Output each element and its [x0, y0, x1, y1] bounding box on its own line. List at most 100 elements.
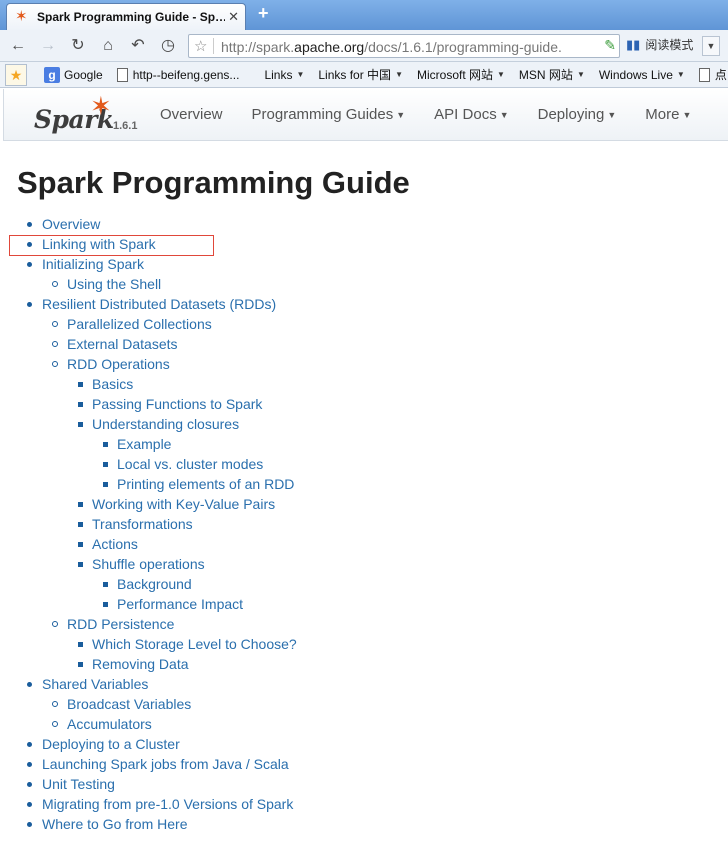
menu-programming-guides[interactable]: Programming Guides ▼	[252, 106, 406, 123]
menu-overview[interactable]: Overview	[160, 106, 223, 123]
toc-item: Launching Spark jobs from Java / Scala	[0, 754, 720, 774]
toc-item: Printing elements of an RDD	[0, 474, 720, 494]
toc-link[interactable]: Migrating from pre-1.0 Versions of Spark	[42, 794, 293, 814]
browser-tab[interactable]: ✶ Spark Programming Guide - Sp… ✕	[6, 3, 246, 30]
extension-icon[interactable]: ✎	[604, 37, 616, 54]
site-navbar: Spark ✶ 1.6.1 Overview Programming Guide…	[3, 89, 728, 141]
toc-link[interactable]: Broadcast Variables	[67, 694, 191, 714]
toc-link[interactable]: Launching Spark jobs from Java / Scala	[42, 754, 289, 774]
bullet-icon	[78, 662, 83, 667]
chevron-down-icon[interactable]: ▼	[702, 36, 720, 56]
toc-link[interactable]: Overview	[42, 214, 100, 234]
menu-api-docs[interactable]: API Docs ▼	[434, 106, 508, 123]
bookmark-google[interactable]: g Google	[44, 66, 103, 83]
bullet-icon	[78, 562, 83, 567]
bullet-icon	[78, 522, 83, 527]
toc-item: Parallelized Collections	[0, 314, 720, 334]
bookmark-label: Windows Live	[598, 67, 673, 82]
toc-item: Shared Variables	[0, 674, 720, 694]
bookmark-microsoft[interactable]: Microsoft 网站 ▼	[417, 66, 505, 83]
toc-item: Working with Key-Value Pairs	[0, 494, 720, 514]
bookmark-links-china[interactable]: Links for 中国 ▼	[318, 66, 403, 83]
toc-item: Removing Data	[0, 654, 720, 674]
bookmark-links[interactable]: Links ▼	[264, 68, 304, 82]
toc-link[interactable]: Using the Shell	[67, 274, 161, 294]
toc-link[interactable]: RDD Operations	[67, 354, 170, 374]
toc-link[interactable]: Accumulators	[67, 714, 152, 734]
bullet-icon	[78, 422, 83, 427]
toc-link[interactable]: Removing Data	[92, 654, 189, 674]
bookmark-windows-live[interactable]: Windows Live ▼	[599, 68, 685, 82]
url-text[interactable]: http://spark.apache.org/docs/1.6.1/progr…	[221, 39, 597, 55]
url-prefix: http://spark.	[221, 39, 295, 55]
toc-link[interactable]: Initializing Spark	[42, 254, 144, 274]
bookmark-label: 点	[714, 68, 727, 82]
bookmark-label: http--beifeng.gens...	[132, 67, 240, 82]
close-tab-icon[interactable]: ✕	[228, 9, 239, 25]
toc-link[interactable]: External Datasets	[67, 334, 178, 354]
bullet-icon	[27, 222, 32, 227]
bullet-icon	[27, 302, 32, 307]
chevron-down-icon: ▼	[395, 70, 403, 79]
toc-link[interactable]: Transformations	[92, 514, 193, 534]
undo-icon[interactable]: ↶	[128, 36, 148, 56]
toc-link[interactable]: RDD Persistence	[67, 614, 174, 634]
spark-star-icon: ✶	[90, 91, 112, 121]
bookmark-label: Links for 中国	[318, 68, 392, 82]
bookmark-more[interactable]: 点	[698, 66, 727, 83]
toc-link[interactable]: Unit Testing	[42, 774, 115, 794]
toc-link[interactable]: Working with Key-Value Pairs	[92, 494, 275, 514]
spark-logo[interactable]: Spark ✶ 1.6.1	[34, 91, 144, 137]
toc-link[interactable]: Resilient Distributed Datasets (RDDs)	[42, 294, 276, 314]
toc-link[interactable]: Shuffle operations	[92, 554, 205, 574]
bullet-icon	[27, 822, 32, 827]
caret-down-icon: ▼	[607, 109, 617, 120]
toc-link[interactable]: Example	[117, 434, 171, 454]
toc-link[interactable]: Basics	[92, 374, 133, 394]
toc-link[interactable]: Passing Functions to Spark	[92, 394, 262, 414]
toc-link[interactable]: Which Storage Level to Choose?	[92, 634, 297, 654]
tab-title: Spark Programming Guide - Sp…	[37, 10, 225, 24]
toc-link[interactable]: Performance Impact	[117, 594, 243, 614]
toc-link[interactable]: Local vs. cluster modes	[117, 454, 263, 474]
toc-link[interactable]: Actions	[92, 534, 138, 554]
refresh-icon[interactable]: ↻	[68, 36, 88, 56]
history-clock-icon[interactable]: ◷	[158, 36, 178, 56]
bookmark-label: Google	[64, 67, 103, 82]
toc-item: Local vs. cluster modes	[0, 454, 720, 474]
menu-label: Overview	[160, 106, 223, 123]
bullet-icon	[27, 802, 32, 807]
toc-link[interactable]: Understanding closures	[92, 414, 239, 434]
bookmark-msn[interactable]: MSN 网站 ▼	[519, 66, 585, 83]
reader-mode-button[interactable]: ▮▮ 阅读模式	[626, 36, 693, 53]
menu-deploying[interactable]: Deploying ▼	[538, 106, 617, 123]
forward-arrow-icon[interactable]: →	[38, 36, 58, 56]
menu-more[interactable]: More ▼	[645, 106, 691, 123]
bookmark-label: MSN 网站	[518, 68, 573, 82]
bullet-icon	[27, 762, 32, 767]
toc-link[interactable]: Shared Variables	[42, 674, 148, 694]
back-arrow-icon[interactable]: ←	[8, 36, 28, 56]
toc-link[interactable]: Background	[117, 574, 192, 594]
bullet-icon	[103, 482, 108, 487]
bookmark-label: Links	[264, 67, 293, 82]
toc-link[interactable]: Printing elements of an RDD	[117, 474, 294, 494]
new-tab-button[interactable]: +	[258, 3, 269, 24]
toc-link[interactable]: Deploying to a Cluster	[42, 734, 180, 754]
favorites-star-icon[interactable]: ★	[5, 63, 27, 86]
bullet-icon	[27, 782, 32, 787]
address-bar[interactable]: ☆ http://spark.apache.org/docs/1.6.1/pro…	[188, 34, 620, 58]
toc-item: Performance Impact	[0, 594, 720, 614]
bookmark-beifeng[interactable]: http--beifeng.gens...	[116, 67, 240, 82]
annotation-highlight-box	[9, 235, 214, 256]
bookmark-star-icon[interactable]: ☆	[194, 37, 207, 55]
toc-item: Initializing Spark	[0, 254, 720, 274]
toc-link[interactable]: Where to Go from Here	[42, 814, 188, 834]
menu-label: API Docs	[434, 106, 497, 123]
page-icon	[116, 67, 128, 82]
bullet-icon	[27, 262, 32, 267]
home-icon[interactable]: ⌂	[98, 36, 118, 56]
bullet-icon	[103, 582, 108, 587]
toc-link[interactable]: Parallelized Collections	[67, 314, 212, 334]
menu-label: Programming Guides	[251, 106, 394, 123]
